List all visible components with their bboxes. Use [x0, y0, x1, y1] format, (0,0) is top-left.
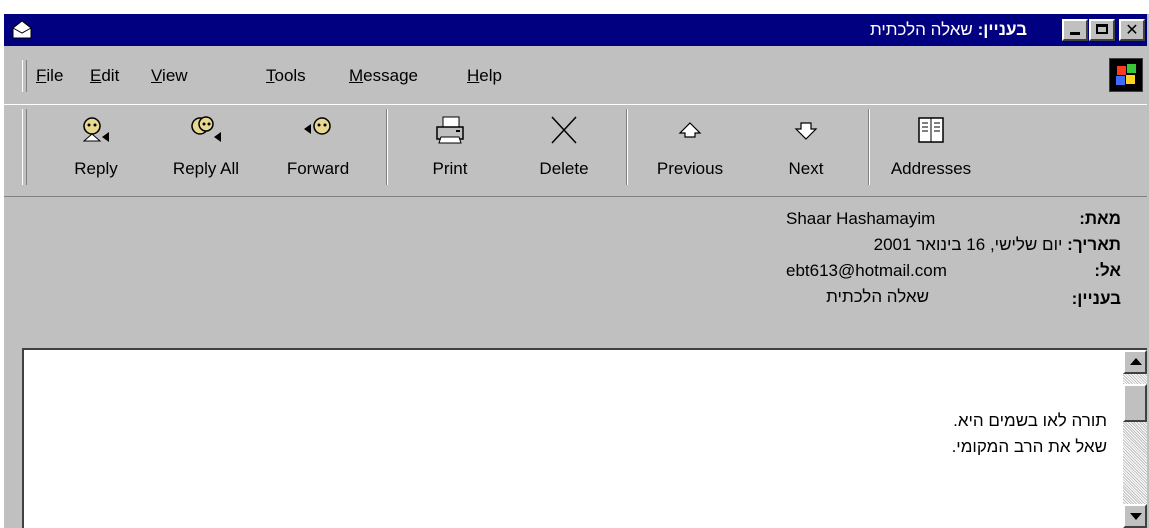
- toolbar-separator: [386, 109, 388, 185]
- message-line-1: תורה לאו בשמים היא.: [953, 411, 1107, 430]
- window-title: בעניין: שאלה הלכתית: [870, 20, 1027, 40]
- window-top-edge: [0, 0, 1149, 14]
- subject-value: שאלה הלכתית: [826, 287, 929, 306]
- menu-grip[interactable]: [22, 60, 27, 92]
- forward-label: Forward: [286, 159, 350, 178]
- subject-label: בעניין:: [1071, 289, 1121, 308]
- date-label: תאריך:: [1067, 235, 1121, 254]
- header-to-row: אל:: [1094, 261, 1121, 285]
- menu-view[interactable]: View: [151, 66, 188, 86]
- envelope-icon[interactable]: [10, 18, 34, 42]
- addresses-button[interactable]: Addresses: [876, 105, 986, 189]
- scroll-up-arrow-icon: [1130, 358, 1142, 365]
- from-value: Shaar Hashamayim: [786, 209, 936, 228]
- reply-all-icon: [191, 116, 221, 142]
- message-body[interactable]: תורה לאו בשמים היא. שאל את הרב המקומי.: [22, 348, 1147, 528]
- scrollbar-thumb[interactable]: [1123, 384, 1147, 422]
- toolbar-separator: [868, 109, 870, 185]
- delete-label: Delete: [539, 159, 589, 178]
- address-book-icon: [918, 117, 944, 143]
- up-arrow-icon: [678, 122, 702, 138]
- windows-logo-icon: [1109, 58, 1143, 92]
- delete-button[interactable]: Delete: [524, 105, 604, 189]
- scroll-down-button[interactable]: [1123, 504, 1147, 528]
- reply-label: Reply: [74, 159, 118, 178]
- reply-button[interactable]: Reply: [56, 105, 136, 189]
- addresses-label: Addresses: [890, 159, 972, 178]
- title-subject-label: בעניין:: [977, 20, 1027, 39]
- header-subject-row: בעניין:: [1072, 289, 1121, 313]
- message-window: בעניין: שאלה הלכתית ✕ File Edit View Too…: [0, 0, 1149, 528]
- toolbar-grip[interactable]: [22, 109, 27, 185]
- reply-all-label: Reply All: [172, 159, 240, 178]
- menu-message[interactable]: Message: [349, 66, 418, 86]
- reply-icon: [82, 117, 109, 142]
- next-button[interactable]: Next: [766, 105, 846, 189]
- scroll-down-arrow-icon: [1130, 513, 1142, 520]
- toolbar: Reply Reply All Forward Print Delete Pre…: [4, 104, 1147, 191]
- scroll-up-button[interactable]: [1123, 350, 1147, 374]
- minimize-button[interactable]: [1062, 19, 1088, 41]
- next-label: Next: [788, 159, 824, 178]
- to-value: ebt613@hotmail.com: [786, 261, 947, 280]
- close-icon: ✕: [1125, 20, 1139, 39]
- from-label: מאת:: [1079, 209, 1121, 228]
- menu-help[interactable]: Help: [467, 66, 502, 86]
- forward-button[interactable]: Forward: [268, 105, 368, 189]
- menu-edit[interactable]: Edit: [90, 66, 119, 86]
- reply-all-button[interactable]: Reply All: [156, 105, 256, 189]
- previous-label: Previous: [656, 159, 724, 178]
- print-label: Print: [432, 159, 468, 178]
- down-arrow-icon: [794, 122, 818, 140]
- close-button[interactable]: ✕: [1119, 19, 1145, 41]
- vertical-scrollbar[interactable]: [1123, 350, 1147, 528]
- maximize-button[interactable]: [1089, 19, 1115, 41]
- printer-icon: [436, 116, 464, 144]
- delete-x-icon: [551, 116, 577, 144]
- print-button[interactable]: Print: [410, 105, 490, 189]
- message-headers: מאת: Shaar Hashamayim תאריך: יום שלישי, …: [4, 196, 1147, 347]
- forward-icon: [304, 117, 331, 135]
- message-text[interactable]: תורה לאו בשמים היא. שאל את הרב המקומי.: [952, 408, 1107, 460]
- title-bar[interactable]: בעניין: שאלה הלכתית ✕: [4, 14, 1147, 46]
- menu-tools[interactable]: Tools: [266, 66, 306, 86]
- to-label: אל:: [1094, 261, 1121, 280]
- header-from-row: מאת:: [1079, 209, 1121, 233]
- title-subject-value: שאלה הלכתית: [869, 20, 973, 39]
- menu-bar: File Edit View Tools Message Help: [4, 56, 1147, 96]
- header-date-row: תאריך: יום שלישי, 16 בינואר 2001: [874, 235, 1121, 259]
- previous-button[interactable]: Previous: [640, 105, 740, 189]
- menu-file[interactable]: File: [36, 66, 63, 86]
- date-value: יום שלישי, 16 בינואר 2001: [873, 235, 1063, 254]
- message-line-2: שאל את הרב המקומי.: [951, 437, 1107, 456]
- toolbar-separator: [626, 109, 628, 185]
